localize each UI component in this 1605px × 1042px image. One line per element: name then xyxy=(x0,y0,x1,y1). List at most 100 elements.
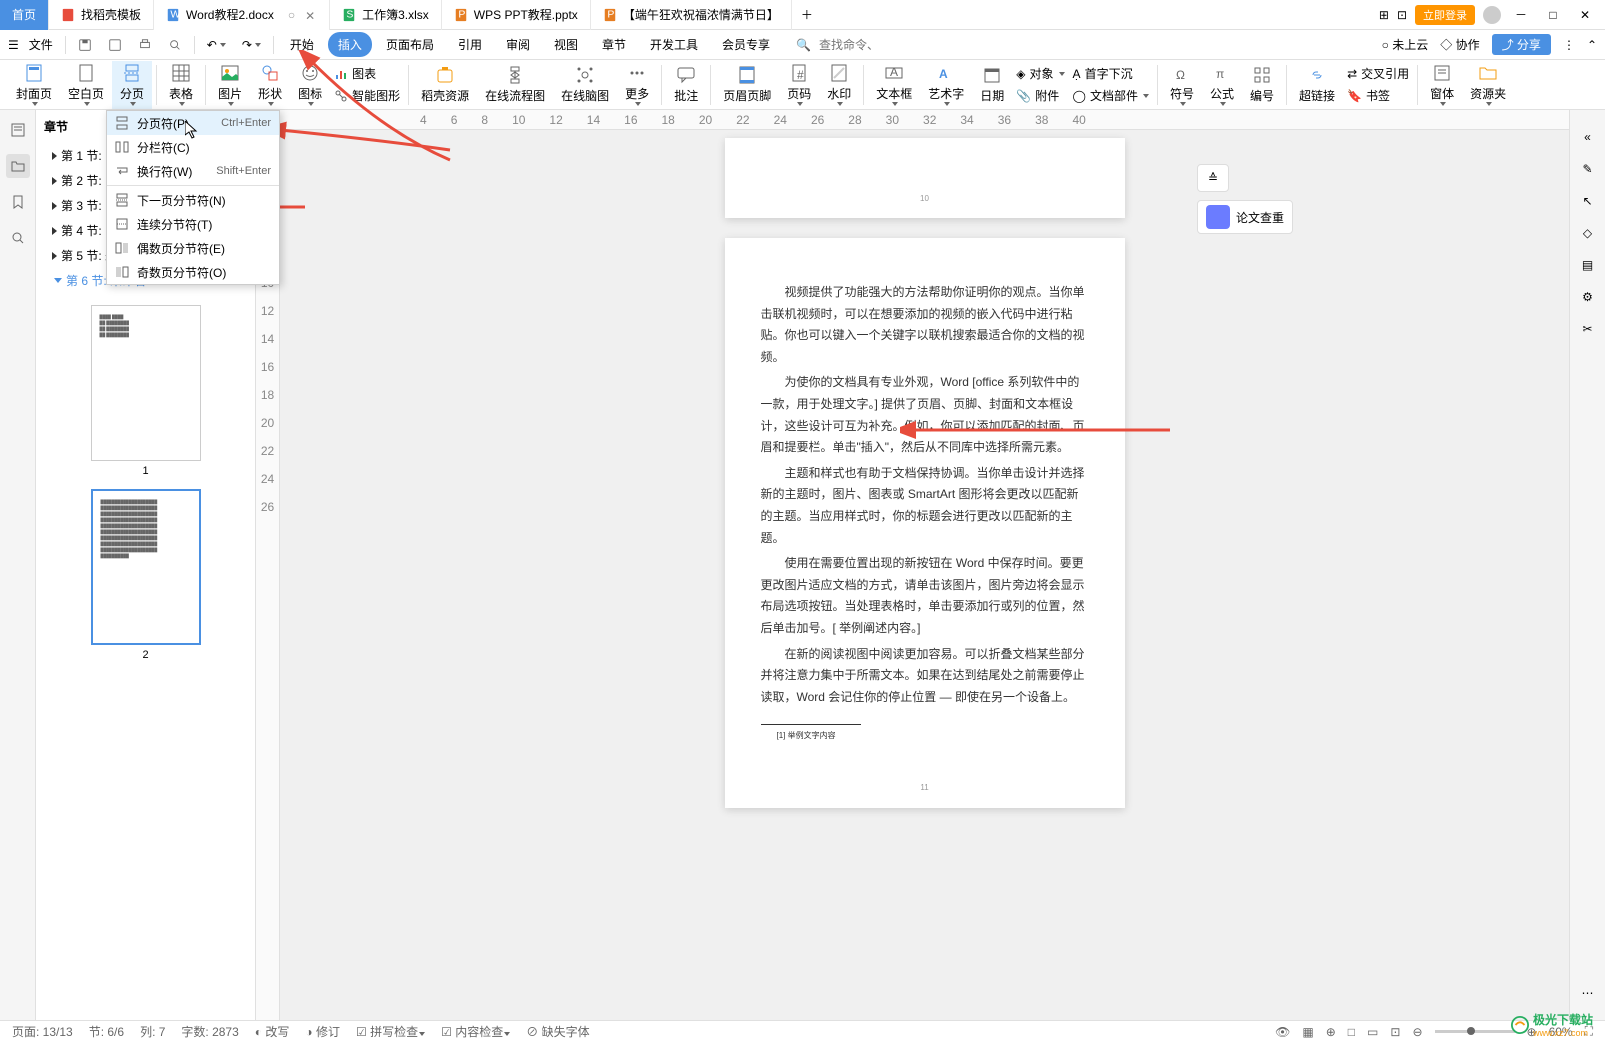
leftbar-bookmark[interactable] xyxy=(6,190,30,214)
coop-button[interactable]: ◇ 协作 xyxy=(1440,36,1479,53)
status-view-2[interactable]: ▦ xyxy=(1302,1025,1313,1039)
tab-dev[interactable]: 开发工具 xyxy=(640,32,708,57)
ribbon-headerfooter[interactable]: 页眉页脚 xyxy=(715,61,779,109)
login-button[interactable]: 立即登录 xyxy=(1415,5,1475,25)
rightbar-select[interactable]: ↖ xyxy=(1582,194,1592,208)
close-button[interactable]: ✕ xyxy=(1573,3,1597,27)
rightbar-layer[interactable]: ▤ xyxy=(1582,258,1593,272)
paper-check-button[interactable]: 论文查重 xyxy=(1197,200,1293,234)
status-view-5[interactable]: ▭ xyxy=(1367,1025,1378,1039)
ribbon-chart[interactable]: 图表 xyxy=(334,64,400,84)
status-content[interactable]: ☑ 内容检查 xyxy=(441,1023,510,1040)
ribbon-blank[interactable]: 空白页 xyxy=(60,61,112,109)
leftbar-search[interactable] xyxy=(6,226,30,250)
dropdown-pagebreak[interactable]: 分页符(P)Ctrl+Enter xyxy=(107,111,279,135)
ribbon-resourcefolder[interactable]: 资源夹 xyxy=(1462,61,1514,109)
search-box[interactable]: 🔍 xyxy=(796,38,879,52)
redo-button[interactable]: ↷ xyxy=(236,33,267,57)
rightbar-expand[interactable]: « xyxy=(1584,130,1591,144)
tab-reference[interactable]: 引用 xyxy=(448,32,492,57)
page-1[interactable]: 10 xyxy=(725,138,1125,218)
ribbon-watermark[interactable]: 水印 xyxy=(819,61,859,109)
expand-button[interactable]: ⌃ xyxy=(1587,38,1597,52)
ribbon-attach[interactable]: 📎 附件 xyxy=(1016,86,1064,106)
status-view-4[interactable]: □ xyxy=(1348,1025,1355,1039)
ribbon-object[interactable]: ◈ 对象 xyxy=(1016,64,1064,84)
ribbon-more[interactable]: 更多 xyxy=(617,61,657,109)
thumbnail-2[interactable]: ████████████████████████████████████████… xyxy=(91,489,201,645)
status-words[interactable]: 字数: 2873 xyxy=(181,1023,238,1040)
maximize-button[interactable]: □ xyxy=(1541,3,1565,27)
status-spell[interactable]: ☑ 拼写检查 xyxy=(356,1023,425,1040)
undo-button[interactable]: ↶ xyxy=(201,33,232,57)
ribbon-crossref[interactable]: ⇄ 交叉引用 xyxy=(1347,64,1409,84)
ribbon-equation[interactable]: π公式 xyxy=(1202,61,1242,109)
ribbon-comment[interactable]: 批注 xyxy=(666,61,706,109)
preview-button[interactable] xyxy=(162,33,188,57)
more-menu[interactable]: ⋮ xyxy=(1563,38,1575,52)
tab-section[interactable]: 章节 xyxy=(592,32,636,57)
leftbar-sections[interactable] xyxy=(6,154,30,178)
thumbnail-1[interactable]: ████ ██████ ██████████ ██████████ ██████… xyxy=(91,305,201,461)
file-menu[interactable]: 文件 xyxy=(23,33,59,57)
ribbon-symbol[interactable]: Ω符号 xyxy=(1162,61,1202,109)
status-revise[interactable]: ◑ 修订 xyxy=(305,1023,340,1040)
page-2[interactable]: 视频提供了功能强大的方法帮助你证明你的观点。当你单击联机视频时，可以在想要添加的… xyxy=(725,238,1125,808)
ribbon-form[interactable]: 窗体 xyxy=(1422,61,1462,109)
save-as-button[interactable] xyxy=(102,33,128,57)
tab-ppt1[interactable]: PWPS PPT教程.pptx xyxy=(442,0,591,30)
rightbar-pen[interactable]: ✎ xyxy=(1582,162,1592,176)
tab-vip[interactable]: 会员专享 xyxy=(712,32,780,57)
print-button[interactable] xyxy=(132,33,158,57)
tab-template[interactable]: 找稻壳模板 xyxy=(49,0,154,30)
ribbon-hyperlink[interactable]: 超链接 xyxy=(1291,61,1343,109)
share-button[interactable]: ⤴ 分享 xyxy=(1492,34,1551,55)
ribbon-textbox[interactable]: A文本框 xyxy=(868,61,920,109)
dropdown-nextpage[interactable]: 下一页分节符(N) xyxy=(107,188,279,212)
leftbar-outline[interactable] xyxy=(6,118,30,142)
rightbar-more[interactable]: ⋯ xyxy=(1582,986,1594,1000)
ribbon-date[interactable]: 日期 xyxy=(972,61,1012,109)
save-button[interactable] xyxy=(72,33,98,57)
zoom-slider[interactable] xyxy=(1435,1030,1515,1033)
status-edit[interactable]: ◐ 改写 xyxy=(255,1023,290,1040)
ribbon-cover[interactable]: 封面页 xyxy=(8,61,60,109)
status-view-6[interactable]: ⊡ xyxy=(1390,1025,1400,1039)
close-icon[interactable]: ✕ xyxy=(305,9,317,21)
dropdown-evenpage[interactable]: 偶数页分节符(E) xyxy=(107,236,279,260)
tab-excel[interactable]: S工作簿3.xlsx xyxy=(330,0,442,30)
float-collapse[interactable]: ≙ xyxy=(1197,164,1229,192)
tab-add-button[interactable]: ＋ xyxy=(792,6,822,23)
ribbon-resource[interactable]: 稻壳资源 xyxy=(413,61,477,109)
ribbon-table[interactable]: 表格 xyxy=(161,61,201,109)
menu-icon[interactable]: ☰ xyxy=(8,38,19,52)
rightbar-shape[interactable]: ◇ xyxy=(1583,226,1592,240)
ribbon-wordart[interactable]: A艺术字 xyxy=(920,61,972,109)
ribbon-mindmap[interactable]: 在线脑图 xyxy=(553,61,617,109)
ribbon-shape[interactable]: 形状 xyxy=(250,61,290,109)
ribbon-smartart[interactable]: 智能图形 xyxy=(334,86,400,106)
ribbon-dropcap[interactable]: Ạ 首字下沉 xyxy=(1073,64,1149,84)
ribbon-icon[interactable]: 图标 xyxy=(290,61,330,109)
status-view-1[interactable]: 👁 xyxy=(1275,1025,1290,1039)
dropdown-continuous[interactable]: 连续分节符(T) xyxy=(107,212,279,236)
ribbon-image[interactable]: 图片 xyxy=(210,61,250,109)
tab-word-doc[interactable]: WWord教程2.docx○✕ xyxy=(154,0,330,30)
tab-layout[interactable]: 页面布局 xyxy=(376,32,444,57)
minimize-button[interactable]: － xyxy=(1509,3,1533,27)
ribbon-pagenum[interactable]: #页码 xyxy=(779,61,819,109)
tab-start[interactable]: 开始 xyxy=(280,32,324,57)
status-page[interactable]: 页面: 13/13 xyxy=(12,1023,73,1040)
dropdown-columnbreak[interactable]: 分栏符(C) xyxy=(107,135,279,159)
dropdown-wrapbreak[interactable]: 换行符(W)Shift+Enter xyxy=(107,159,279,183)
tab-menu-icon[interactable]: ○ xyxy=(288,8,295,22)
ribbon-bookmark[interactable]: 🔖 书签 xyxy=(1347,86,1409,106)
cloud-status[interactable]: ○ 未上云 xyxy=(1382,36,1429,53)
tab-ppt2[interactable]: P【端午狂欢祝福浓情满节日】 xyxy=(591,0,792,30)
avatar-icon[interactable] xyxy=(1483,6,1501,24)
zoom-out[interactable]: ⊖ xyxy=(1412,1025,1422,1039)
status-view-3[interactable]: ⊕ xyxy=(1326,1025,1336,1039)
tab-home[interactable]: 首页 xyxy=(0,0,49,30)
tab-review[interactable]: 审阅 xyxy=(496,32,540,57)
grid-icon[interactable]: ⊞ xyxy=(1379,8,1389,22)
